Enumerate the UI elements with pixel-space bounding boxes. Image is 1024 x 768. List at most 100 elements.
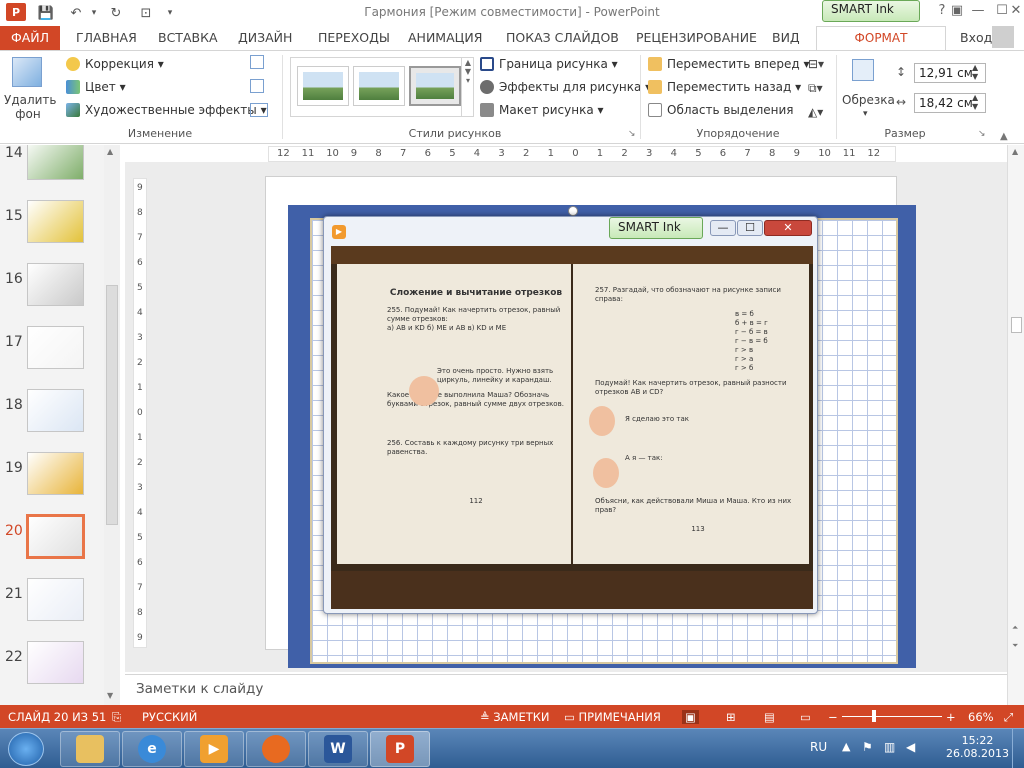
scroll-down-icon[interactable]: ▼ bbox=[107, 691, 113, 700]
slideshow-icon[interactable]: ▭ bbox=[800, 710, 811, 724]
show-desktop-button[interactable] bbox=[1012, 729, 1024, 768]
zoom-slider-thumb[interactable] bbox=[872, 710, 876, 722]
slide-thumbnail-19[interactable] bbox=[27, 452, 84, 495]
size-dialog-launcher-icon[interactable]: ↘ bbox=[978, 129, 986, 139]
taskbar-firefox[interactable] bbox=[246, 731, 306, 767]
group-icon[interactable]: ⧉▾ bbox=[808, 81, 823, 96]
volume-icon[interactable]: ◀ bbox=[906, 740, 915, 754]
gallery-scroll[interactable]: ▲ ▼ ▾ bbox=[461, 58, 474, 116]
width-spinner[interactable]: ▲ ▼ bbox=[972, 93, 978, 111]
slide-thumbnail-14[interactable] bbox=[27, 145, 84, 180]
art-effects-button[interactable]: Художественные эффекты ▾ bbox=[66, 103, 267, 117]
close-button[interactable]: ✕ bbox=[1004, 3, 1024, 21]
spellcheck-icon[interactable]: ⎘ bbox=[112, 710, 121, 725]
tab-view[interactable]: ВИД bbox=[772, 30, 800, 45]
window-close-button[interactable]: ✕ bbox=[764, 220, 812, 236]
power-icon[interactable]: ▥ bbox=[884, 740, 895, 754]
compress-pictures-icon[interactable] bbox=[250, 55, 264, 69]
notes-pane[interactable]: Заметки к слайду bbox=[125, 674, 1007, 704]
zoom-slider[interactable] bbox=[842, 716, 942, 717]
next-slide-icon[interactable]: ⏷ bbox=[1012, 641, 1018, 651]
rotate-handle[interactable] bbox=[568, 206, 578, 216]
tab-transitions[interactable]: ПЕРЕХОДЫ bbox=[318, 30, 390, 45]
selection-pane-button[interactable]: Область выделения bbox=[648, 103, 794, 117]
color-button[interactable]: Цвет ▾ bbox=[66, 80, 126, 94]
play-icon[interactable]: ▶ bbox=[332, 225, 346, 239]
tab-slideshow[interactable]: ПОКАЗ СЛАЙДОВ bbox=[506, 30, 619, 45]
signin-link[interactable]: Вход bbox=[960, 30, 992, 45]
slide-sorter-icon[interactable]: ⊞ bbox=[726, 710, 736, 724]
window-maximize-button[interactable]: ☐ bbox=[737, 220, 763, 236]
reading-view-icon[interactable]: ▤ bbox=[764, 710, 775, 724]
normal-view-icon[interactable]: ▣ bbox=[682, 710, 699, 724]
clock[interactable]: 15:22 26.08.2013 bbox=[946, 734, 1009, 760]
reset-picture-icon[interactable] bbox=[250, 103, 268, 117]
zoom-out-icon[interactable]: − bbox=[828, 710, 838, 724]
tab-file[interactable]: ФАЙЛ bbox=[0, 26, 60, 50]
remove-background-button[interactable]: Удалить фон bbox=[4, 93, 57, 121]
input-language[interactable]: RU bbox=[810, 740, 827, 754]
start-button[interactable] bbox=[8, 732, 44, 766]
scroll-thumb[interactable] bbox=[106, 285, 118, 525]
network-icon[interactable]: ⚑ bbox=[862, 740, 873, 754]
redo-icon[interactable]: ↻ bbox=[106, 3, 126, 23]
picture-style-1[interactable] bbox=[297, 66, 349, 106]
customize-qat-icon[interactable]: ▾ bbox=[160, 3, 180, 23]
thumbnails-scrollbar[interactable]: ▲ ▼ bbox=[104, 145, 120, 705]
picture-effects-button[interactable]: Эффекты для рисунка ▾ bbox=[480, 80, 651, 94]
undo-dropdown-icon[interactable]: ▾ bbox=[84, 3, 104, 23]
undo-icon[interactable]: ↶ bbox=[66, 3, 86, 23]
align-icon[interactable]: ⊟▾ bbox=[808, 57, 824, 71]
picture-style-2[interactable] bbox=[353, 66, 405, 106]
tab-home[interactable]: ГЛАВНАЯ bbox=[76, 30, 137, 45]
bring-forward-button[interactable]: Переместить вперед ▾ bbox=[648, 57, 810, 71]
slide-thumbnail-15[interactable] bbox=[27, 200, 84, 243]
send-backward-button[interactable]: Переместить назад ▾ bbox=[648, 80, 801, 94]
correction-button[interactable]: Коррекция ▾ bbox=[66, 57, 164, 71]
tab-animation[interactable]: АНИМАЦИЯ bbox=[408, 30, 482, 45]
zoom-in-icon[interactable]: + bbox=[946, 710, 956, 724]
slide-thumbnail-20[interactable] bbox=[26, 514, 85, 559]
notes-toggle[interactable]: ≜ ЗАМЕТКИ bbox=[480, 710, 550, 724]
smart-ink-window-toolbar[interactable]: SMART Ink bbox=[609, 217, 703, 239]
picture-window[interactable]: ▶ SMART Ink — ☐ ✕ Сложение и вычитание о… bbox=[323, 216, 818, 614]
taskbar-media[interactable]: ▶ bbox=[184, 731, 244, 767]
picture-border-button[interactable]: Граница рисунка ▾ bbox=[480, 57, 618, 71]
minimize-button[interactable]: — bbox=[966, 3, 990, 21]
smart-ink-toolbar[interactable]: SMART Ink bbox=[822, 0, 920, 22]
dialog-launcher-icon[interactable]: ↘ bbox=[628, 129, 636, 139]
taskbar-word[interactable]: W bbox=[308, 731, 368, 767]
tab-format[interactable]: ФОРМАТ bbox=[816, 26, 946, 51]
crop-button[interactable]: Обрезка bbox=[842, 93, 895, 107]
user-avatar[interactable] bbox=[992, 26, 1014, 48]
zoom-level[interactable]: 66% bbox=[968, 710, 994, 724]
height-spinner[interactable]: ▲ ▼ bbox=[972, 63, 978, 81]
tray-expand-icon[interactable]: ▲ bbox=[842, 740, 850, 753]
scroll-up-icon[interactable]: ▲ bbox=[107, 147, 113, 156]
crop-icon[interactable] bbox=[852, 59, 874, 81]
save-icon[interactable]: 💾 bbox=[36, 3, 56, 23]
crop-dropdown-icon[interactable]: ▾ bbox=[863, 109, 868, 119]
collapse-ribbon-icon[interactable]: ▲ bbox=[1000, 131, 1008, 142]
slide-scrollbar[interactable]: ▲ ⏶ ⏷ bbox=[1007, 145, 1024, 705]
rotate-icon[interactable]: ◭▾ bbox=[808, 105, 823, 119]
taskbar-ie[interactable]: e bbox=[122, 731, 182, 767]
tab-insert[interactable]: ВСТАВКА bbox=[158, 30, 218, 45]
prev-slide-icon[interactable]: ⏶ bbox=[1012, 623, 1018, 633]
picture-layout-button[interactable]: Макет рисунка ▾ bbox=[480, 103, 604, 117]
taskbar-explorer[interactable] bbox=[60, 731, 120, 767]
slide-thumbnail-18[interactable] bbox=[27, 389, 84, 432]
change-picture-icon[interactable] bbox=[250, 79, 264, 93]
scroll-up-icon[interactable]: ▲ bbox=[1012, 147, 1018, 156]
picture-style-3[interactable] bbox=[409, 66, 461, 106]
fit-slide-icon[interactable]: ⤢ bbox=[1004, 710, 1013, 725]
present-icon[interactable]: ⊡ bbox=[136, 3, 156, 23]
language-indicator[interactable]: РУССКИЙ bbox=[142, 710, 197, 724]
tab-design[interactable]: ДИЗАЙН bbox=[238, 30, 292, 45]
taskbar-powerpoint[interactable]: P bbox=[370, 731, 430, 767]
slide-thumbnail-21[interactable] bbox=[27, 578, 84, 621]
window-minimize-button[interactable]: — bbox=[710, 220, 736, 236]
slide-thumbnail-17[interactable] bbox=[27, 326, 84, 369]
remove-background-icon[interactable] bbox=[12, 57, 42, 87]
scroll-thumb[interactable] bbox=[1011, 317, 1022, 333]
